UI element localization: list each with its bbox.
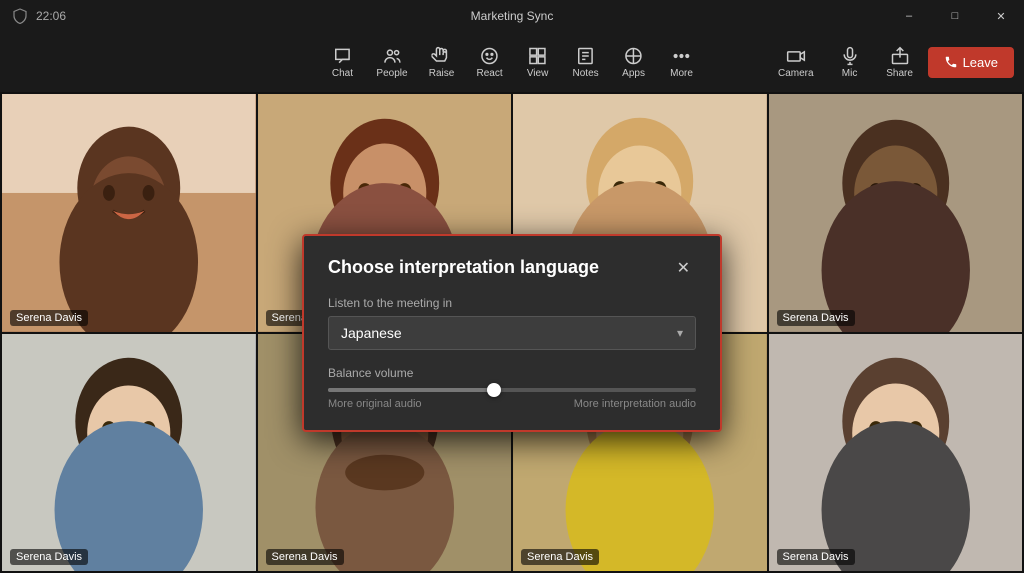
slider-fill [328, 388, 494, 392]
original-audio-label: More original audio [328, 398, 422, 410]
interpretation-dialog: Choose interpretation language ✕ Listen … [302, 234, 722, 432]
view-icon [528, 46, 548, 66]
share-button[interactable]: Share [878, 42, 922, 83]
balance-label: Balance volume [328, 366, 696, 380]
main-toolbar: Chat People Raise React [0, 32, 1024, 92]
leave-button[interactable]: Leave [928, 47, 1014, 78]
window-controls: – □ ✕ [886, 0, 1024, 32]
title-bar: 22:06 Marketing Sync – □ ✕ [0, 0, 1024, 32]
chevron-down-icon: ▾ [677, 326, 683, 340]
listen-label: Listen to the meeting in [328, 296, 696, 310]
interpretation-audio-label: More interpretation audio [574, 398, 696, 410]
more-icon [672, 46, 692, 66]
chat-icon [332, 46, 352, 66]
close-button[interactable]: ✕ [978, 0, 1024, 32]
toolbar-center-tools: Chat People Raise React [320, 42, 703, 83]
mic-button[interactable]: Mic [828, 42, 872, 83]
chat-button[interactable]: Chat [320, 42, 364, 83]
more-button[interactable]: More [660, 42, 704, 83]
phone-icon [944, 55, 958, 69]
mic-icon [840, 46, 860, 66]
people-icon [382, 46, 402, 66]
camera-button[interactable]: Camera [770, 42, 822, 83]
dialog-header: Choose interpretation language ✕ [328, 256, 696, 280]
view-button[interactable]: View [516, 42, 560, 83]
dialog-title: Choose interpretation language [328, 257, 599, 278]
volume-slider-container [328, 388, 696, 392]
react-icon [480, 46, 500, 66]
apps-icon [624, 46, 644, 66]
maximize-button[interactable]: □ [932, 0, 978, 32]
selected-language: Japanese [341, 325, 402, 341]
notes-icon [576, 46, 596, 66]
window-title: Marketing Sync [471, 9, 554, 23]
share-icon [890, 46, 910, 66]
shield-icon [12, 8, 28, 24]
slider-thumb[interactable] [487, 383, 501, 397]
slider-labels: More original audio More interpretation … [328, 398, 696, 410]
toolbar-right: Camera Mic Share Leave [770, 42, 1014, 83]
dialog-overlay: Choose interpretation language ✕ Listen … [0, 92, 1024, 573]
notes-button[interactable]: Notes [564, 42, 608, 83]
minimize-button[interactable]: – [886, 0, 932, 32]
dialog-close-button[interactable]: ✕ [671, 256, 696, 280]
react-button[interactable]: React [468, 42, 512, 83]
raise-button[interactable]: Raise [420, 42, 464, 83]
apps-button[interactable]: Apps [612, 42, 656, 83]
language-select[interactable]: Japanese ▾ [328, 316, 696, 350]
slider-track [328, 388, 696, 392]
raise-icon [432, 46, 452, 66]
meeting-time: 22:06 [36, 9, 66, 23]
people-button[interactable]: People [368, 42, 415, 83]
camera-icon [786, 46, 806, 66]
